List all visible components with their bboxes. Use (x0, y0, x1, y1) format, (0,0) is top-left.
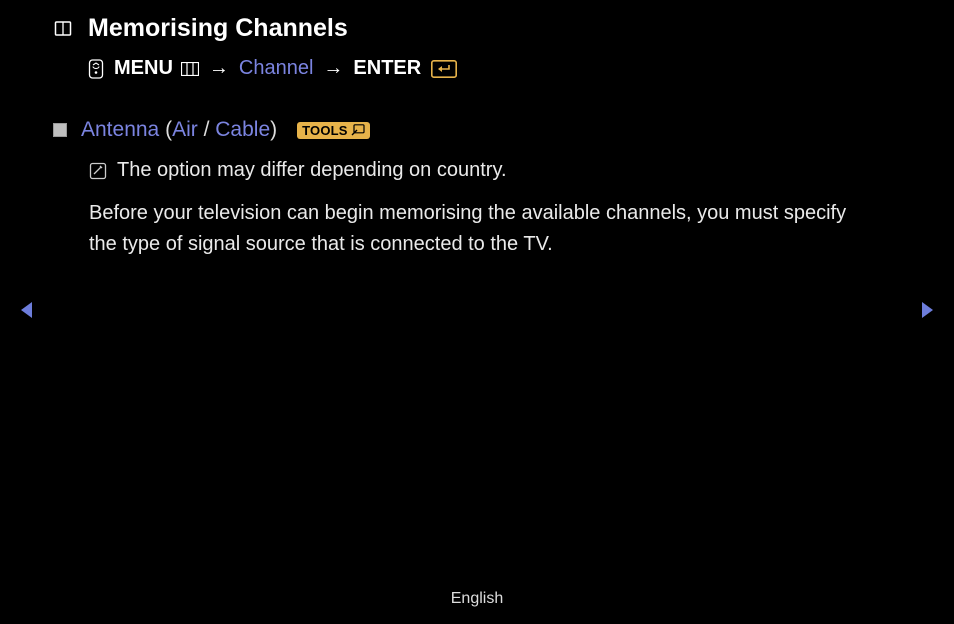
option-cable: Cable (215, 118, 270, 141)
breadcrumb: MENU → Channel → ENTER (88, 57, 457, 80)
note-icon (89, 162, 107, 180)
title-row: Memorising Channels (54, 14, 348, 43)
breadcrumb-channel: Channel (239, 57, 314, 80)
arrow-sep-icon: → (209, 57, 229, 80)
enter-badge-icon (431, 60, 457, 78)
tools-badge: TOOLS (297, 122, 370, 139)
tools-popup-icon (351, 124, 365, 136)
breadcrumb-menu: MENU (114, 57, 173, 80)
square-bullet-icon (53, 123, 67, 137)
next-page-button[interactable] (920, 300, 936, 325)
footer-language: English (0, 590, 954, 608)
antenna-label: Antenna (81, 118, 159, 141)
antenna-heading: Antenna (Air / Cable) (81, 118, 277, 142)
section-antenna: Antenna (Air / Cable) TOOLS (53, 118, 370, 142)
option-separator: / (198, 118, 216, 141)
prev-page-button[interactable] (18, 300, 34, 325)
body-paragraph: Before your television can begin memoris… (89, 198, 869, 260)
menu-grid-icon (181, 62, 199, 76)
arrow-sep-icon: → (323, 57, 343, 80)
paren-open: ( (159, 118, 172, 141)
breadcrumb-enter: ENTER (353, 57, 421, 80)
book-icon (54, 20, 72, 38)
paren-close: ) (270, 118, 277, 141)
remote-icon (88, 59, 104, 79)
option-air: Air (172, 118, 198, 141)
note-text: The option may differ depending on count… (117, 159, 507, 182)
note-row: The option may differ depending on count… (89, 159, 507, 182)
tools-label: TOOLS (302, 123, 348, 138)
page-title: Memorising Channels (88, 14, 348, 43)
